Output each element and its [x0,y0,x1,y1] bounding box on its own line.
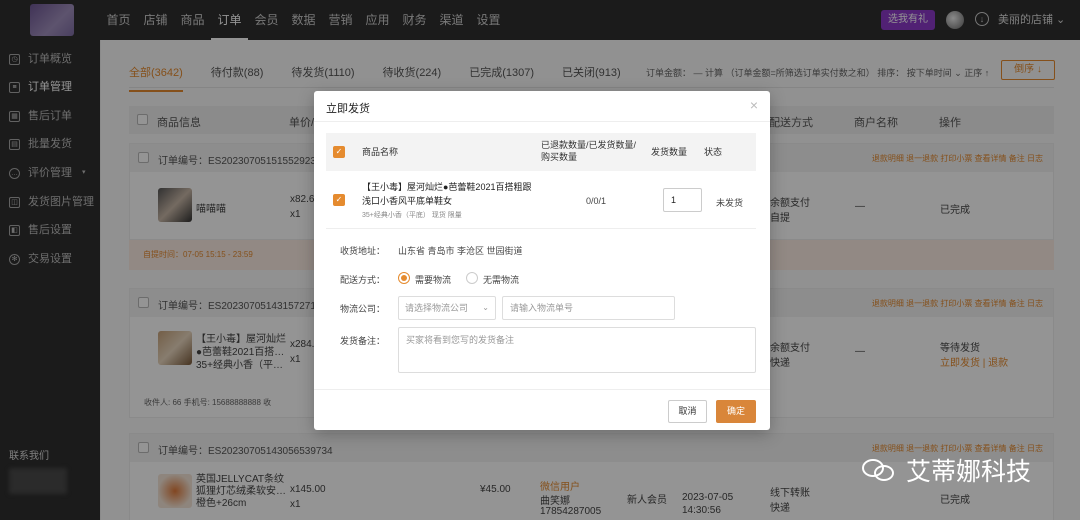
col-ship-qty: 发货数量 [651,147,688,157]
radio-no-logistics[interactable] [466,272,478,284]
logistics-label: 物流公司： [340,304,386,314]
option-need-logistics[interactable]: 需要物流 [415,273,451,286]
product-sku: 35+经典小香（平底） 现货 限量 [362,212,462,219]
chevron-down-icon: ⌄ [482,303,489,312]
refund-shipped-bought: 0/0/1 [586,196,607,206]
shipping-address: 山东省 青岛市 李沧区 世园街道 [398,246,523,256]
watermark-text: 艾蒂娜科技 [906,457,1032,486]
col-refund-counts: 已退款数量/已发货数量/购买数量 [541,140,637,162]
shipping-remark-textarea[interactable]: 买家将看到您写的发货备注 [398,327,756,373]
footer-divider [314,389,770,390]
option-no-logistics[interactable]: 无需物流 [483,273,519,286]
radio-need-logistics[interactable] [398,272,410,284]
col-product-name: 商品名称 [362,147,399,157]
address-label: 收货地址： [340,246,386,256]
ship-quantity-input[interactable]: 1 [663,188,702,212]
shipment-row: ✓ 【王小毒】屋河灿烂●芭蕾鞋2021百搭粗跟浅口小香风平底单鞋女 35+经典小… [326,171,756,229]
col-status: 状态 [704,147,723,157]
select-all-checkbox[interactable]: ✓ [333,146,345,158]
row-checkbox[interactable]: ✓ [333,194,345,206]
dialog-divider [314,121,770,122]
dialog-title: 立即发货 [326,103,370,115]
confirm-button[interactable]: 确定 [716,400,756,423]
ship-now-dialog: 立即发货 × ✓ 商品名称 已退款数量/已发货数量/购买数量 发货数量 状态 ✓… [314,91,770,430]
watermark: 艾蒂娜科技 [862,452,1031,488]
product-name: 【王小毒】屋河灿烂●芭蕾鞋2021百搭粗跟浅口小香风平底单鞋女 [362,182,532,206]
delivery-label: 配送方式： [340,275,386,285]
shipment-table-header: ✓ 商品名称 已退款数量/已发货数量/购买数量 发货数量 状态 [326,133,756,171]
tracking-number-input[interactable]: 请输入物流单号 [502,296,675,320]
ship-status: 未发货 [716,198,744,208]
logistics-company-select[interactable]: 请选择物流公司 ⌄ [398,296,496,320]
remark-label: 发货备注： [340,336,386,346]
close-icon[interactable]: × [750,97,758,113]
cancel-button[interactable]: 取消 [668,400,707,423]
wechat-icon [862,457,896,483]
